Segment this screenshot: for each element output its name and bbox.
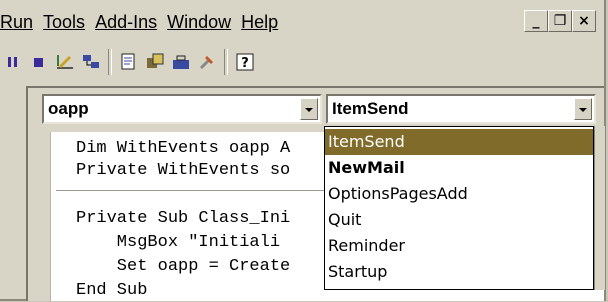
restore-button[interactable]: ❐ xyxy=(548,10,572,32)
help-icon[interactable]: ? xyxy=(234,51,256,73)
code-line[interactable]: Set oapp = Create xyxy=(76,256,290,278)
menu-run[interactable]: Run xyxy=(0,12,41,33)
menu-tools[interactable]: Tools xyxy=(41,12,93,33)
vba-editor-window: Run Tools Add-Ins Window Help _ ❐ × ? oa… xyxy=(0,0,606,301)
toolbar-separator xyxy=(108,49,112,75)
project-explorer-icon[interactable] xyxy=(80,51,102,73)
menu-window-label: Window xyxy=(167,11,232,32)
toolbar: ? xyxy=(0,44,604,80)
code-line[interactable]: Private Sub Class_Ini xyxy=(76,208,290,230)
menu-help[interactable]: Help xyxy=(239,12,286,33)
window-controls: _ ❐ × xyxy=(524,10,596,32)
menu-window[interactable]: Window xyxy=(165,12,239,33)
dropdown-item-optionspagesadd[interactable]: OptionsPagesAdd xyxy=(325,181,593,207)
menu-tools-label: Tools xyxy=(43,11,86,32)
object-browser-icon[interactable] xyxy=(144,51,166,73)
toolbar-separator xyxy=(224,49,228,75)
menu-add-ins-label: Add-Ins xyxy=(95,11,158,32)
stop-icon[interactable] xyxy=(28,51,50,73)
margin-indicator-bar[interactable] xyxy=(28,132,51,301)
close-button[interactable]: × xyxy=(572,10,596,32)
procedure-dropdown-list: ItemSend NewMail OptionsPagesAdd Quit Re… xyxy=(324,126,594,290)
vertical-scrollbar[interactable] xyxy=(594,126,605,290)
dropdown-item-reminder[interactable]: Reminder xyxy=(325,233,593,259)
menu-run-label: Run xyxy=(0,11,34,32)
object-combo-chevron-down-icon[interactable] xyxy=(300,98,318,120)
dropdown-item-startup[interactable]: Startup xyxy=(325,259,593,285)
menu-bar: Run Tools Add-Ins Window Help xyxy=(0,8,604,36)
code-line[interactable]: Private WithEvents so xyxy=(76,160,290,182)
design-mode-icon[interactable] xyxy=(54,51,76,73)
procedure-combo-chevron-down-icon[interactable] xyxy=(574,98,592,120)
code-line[interactable]: MsgBox "Initiali xyxy=(76,232,280,254)
object-combo-value: oapp xyxy=(48,99,89,118)
minimize-button[interactable]: _ xyxy=(524,10,548,32)
dropdown-item-newmail[interactable]: NewMail xyxy=(325,155,593,181)
code-line[interactable]: Dim WithEvents oapp A xyxy=(76,138,290,160)
object-combo[interactable]: oapp xyxy=(42,94,322,124)
menu-add-ins[interactable]: Add-Ins xyxy=(93,12,165,33)
properties-icon[interactable] xyxy=(118,51,140,73)
svg-text:?: ? xyxy=(241,56,249,71)
menu-help-label: Help xyxy=(241,11,279,32)
toolbox-icon[interactable] xyxy=(170,51,192,73)
procedure-combo-value: ItemSend xyxy=(332,99,409,118)
code-line[interactable]: End Sub xyxy=(76,280,147,302)
tools-icon[interactable] xyxy=(196,51,218,73)
procedure-combo[interactable]: ItemSend xyxy=(326,94,596,124)
dropdown-item-itemsend[interactable]: ItemSend xyxy=(325,129,593,155)
pause-icon[interactable] xyxy=(2,51,24,73)
dropdown-item-quit[interactable]: Quit xyxy=(325,207,593,233)
